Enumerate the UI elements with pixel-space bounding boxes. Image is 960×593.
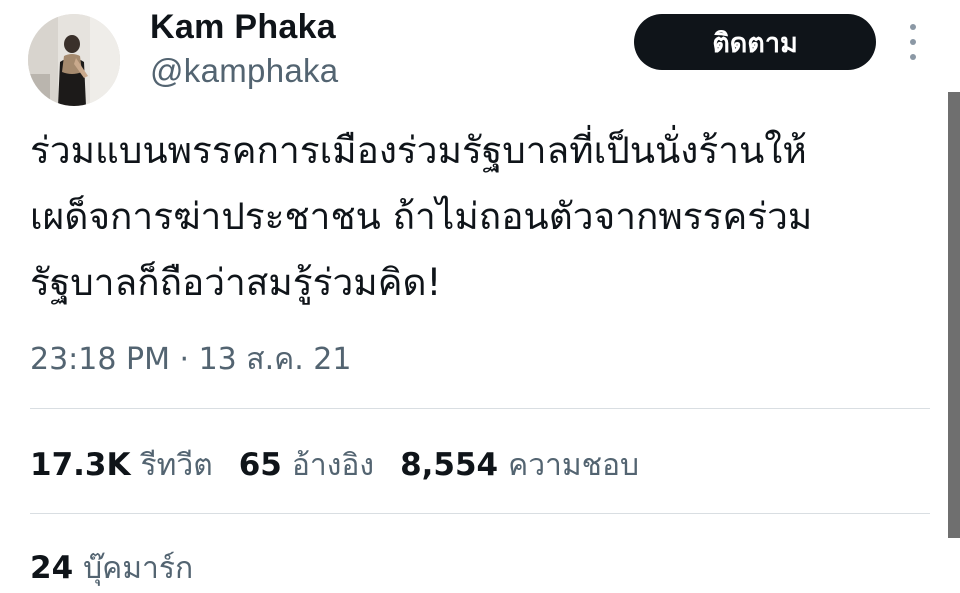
likes-stat[interactable]: 8,554 ความชอบ: [400, 442, 639, 489]
retweets-stat[interactable]: 17.3K รีทวีต: [30, 442, 213, 489]
divider: [30, 513, 930, 514]
quotes-label: อ้างอิง: [291, 448, 375, 483]
avatar[interactable]: [28, 14, 120, 106]
more-dot: [910, 54, 916, 60]
profile-photo-icon: [28, 14, 120, 106]
likes-label: ความชอบ: [508, 448, 640, 483]
more-dot: [910, 39, 916, 45]
divider: [30, 408, 930, 409]
retweets-count: 17.3K: [30, 447, 131, 483]
scrollbar[interactable]: [948, 92, 960, 538]
user-handle[interactable]: @kamphaka: [150, 52, 338, 90]
bookmarks-stat[interactable]: 24 บุ๊คมาร์ก: [30, 545, 193, 592]
tweet-line: ร่วมแบนพรรคการเมืองร่วมรัฐบาลที่เป็นนั่ง…: [30, 129, 807, 172]
tweet-timestamp[interactable]: 23:18 PM · 13 ส.ค. 21: [30, 336, 351, 383]
tweet-line: เผด็จการฆ่าประชาชน ถ้าไม่ถอนตัวจากพรรคร่…: [30, 195, 813, 238]
tweet-line: รัฐบาลก็ถือว่าสมรู้ร่วมคิด!: [30, 261, 442, 304]
retweets-label: รีทวีต: [140, 448, 213, 483]
tweet-page: Kam Phaka @kamphaka ติดตาม ร่วมแบนพรรคกา…: [0, 0, 960, 593]
follow-button[interactable]: ติดตาม: [634, 14, 876, 70]
likes-count: 8,554: [400, 447, 499, 483]
engagement-stats: 17.3K รีทวีต 65 อ้างอิง 8,554 ความชอบ: [30, 442, 665, 489]
more-dot: [910, 24, 916, 30]
bookmarks-count: 24: [30, 550, 74, 586]
quotes-count: 65: [238, 447, 282, 483]
display-name[interactable]: Kam Phaka: [150, 8, 336, 47]
tweet-text: ร่วมแบนพรรคการเมืองร่วมรัฐบาลที่เป็นนั่ง…: [30, 118, 935, 316]
quotes-stat[interactable]: 65 อ้างอิง: [239, 442, 374, 489]
more-vertical-icon[interactable]: [903, 24, 923, 60]
bookmarks-label: บุ๊คมาร์ก: [83, 551, 194, 586]
